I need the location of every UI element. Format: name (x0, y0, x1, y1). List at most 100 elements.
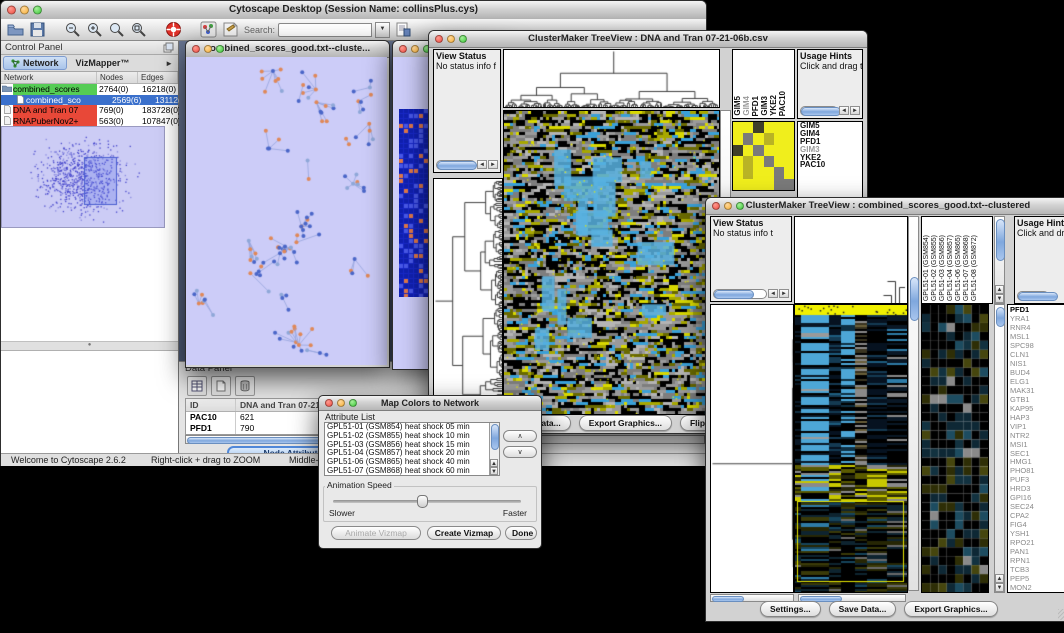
scrollbar-thumb[interactable] (437, 161, 477, 170)
report-icon[interactable] (395, 21, 412, 38)
zoom-button[interactable] (349, 399, 357, 407)
zoom-button[interactable] (216, 45, 224, 53)
scroll-left-icon[interactable]: ◄ (768, 289, 778, 298)
gene-label[interactable]: HMG1 (1008, 457, 1064, 466)
treeview-button[interactable]: Save Data... (829, 601, 897, 617)
zoom-submatrix-canvas[interactable] (921, 304, 989, 593)
gene-label[interactable]: ELG1 (1008, 377, 1064, 386)
minimize-button[interactable] (411, 45, 419, 53)
gene-label[interactable]: RPO21 (1008, 538, 1064, 547)
minimize-button[interactable] (204, 45, 212, 53)
zoom-button[interactable] (33, 6, 42, 15)
gene-label[interactable]: BUD4 (1008, 368, 1064, 377)
usage-hints-hscrollbar[interactable] (1017, 291, 1064, 301)
column-label[interactable]: GIM3 (761, 96, 769, 116)
scrollbar-thumb[interactable] (491, 424, 499, 450)
tab-network[interactable]: Network (3, 56, 67, 70)
float-panel-icon[interactable] (163, 42, 174, 53)
zoom-button[interactable] (459, 35, 467, 43)
gene-label[interactable]: TCB3 (1008, 565, 1064, 574)
treeview-button[interactable]: Settings... (760, 601, 821, 617)
heatmap-vscrollbar[interactable] (908, 216, 919, 591)
view-status-hscrollbar[interactable]: ◄ ► (436, 160, 498, 170)
create-vizmap-button[interactable]: Create Vizmap (427, 526, 501, 540)
gene-label[interactable]: MSI1 (1008, 440, 1064, 449)
treeview2-titlebar[interactable]: ClusterMaker TreeView : combined_scores_… (706, 198, 1064, 215)
gene-label[interactable]: PFD1 (1008, 305, 1064, 314)
open-file-icon[interactable] (7, 21, 24, 38)
scroll-up-icon[interactable]: ▲ (995, 574, 1004, 583)
heatmap-canvas[interactable] (794, 304, 908, 593)
close-button[interactable] (192, 45, 200, 53)
network-row[interactable]: RNAPuberNov2+563(0)107847(0) (1, 116, 178, 127)
search-dropdown-icon[interactable]: ▼ (375, 22, 390, 38)
move-down-button[interactable]: ∨ (503, 446, 537, 458)
column-dendrogram-canvas[interactable] (503, 49, 720, 108)
scrollbar-thumb[interactable] (1018, 292, 1058, 301)
gene-label[interactable]: FIG4 (1008, 520, 1064, 529)
close-button[interactable] (325, 399, 333, 407)
minimize-button[interactable] (20, 6, 29, 15)
zoom-fit-icon[interactable] (108, 21, 125, 38)
save-icon[interactable] (29, 21, 46, 38)
column-label[interactable]: GPL51-07 (GSM868) (963, 235, 970, 301)
heatmap-canvas[interactable] (503, 110, 720, 415)
scroll-right-icon[interactable]: ► (850, 106, 860, 115)
gene-label[interactable]: YSH1 (1008, 529, 1064, 538)
column-label[interactable]: GPL51-04 (GSM857) (947, 235, 954, 301)
help-icon[interactable] (165, 21, 182, 38)
scrollbar-thumb[interactable] (801, 107, 841, 116)
gene-label[interactable]: SPC98 (1008, 341, 1064, 350)
column-label[interactable]: GIM4 (743, 96, 751, 116)
network-row[interactable]: DNA and Tran 07769(0)183728(0) (1, 105, 178, 116)
scroll-right-icon[interactable]: ► (488, 160, 498, 169)
treeview-button[interactable]: Export Graphics... (904, 601, 997, 617)
done-button[interactable]: Done (505, 526, 537, 540)
gene-label[interactable]: RNR4 (1008, 323, 1064, 332)
gene-label[interactable]: RPN1 (1008, 556, 1064, 565)
close-button[interactable] (712, 202, 720, 210)
treeview-button[interactable]: Export Graphics... (579, 415, 672, 431)
network-row[interactable]: combined_sco2569(6)13112(15) (1, 95, 178, 106)
scroll-right-icon[interactable]: ► (779, 289, 789, 298)
zoom-button[interactable] (736, 202, 744, 210)
tab-vizmapper[interactable]: VizMapper™ (69, 57, 137, 69)
network-view-titlebar[interactable]: combined_scores_good.txt--cluste... (186, 41, 389, 58)
column-label[interactable]: GPL51-06 (GSM865) (955, 235, 962, 301)
id-column-header[interactable]: ID (186, 399, 236, 411)
close-button[interactable] (435, 35, 443, 43)
attribute-list-vscrollbar[interactable]: ▲ ▼ (489, 423, 499, 475)
minimize-button[interactable] (447, 35, 455, 43)
row-dendrogram-canvas[interactable] (433, 178, 503, 415)
delete-attribute-icon[interactable] (235, 376, 255, 396)
slider-knob[interactable] (417, 495, 428, 508)
scrollbar-thumb[interactable] (714, 290, 754, 299)
gene-label[interactable]: KAP95 (1008, 404, 1064, 413)
gene-label[interactable]: PEP5 (1008, 574, 1064, 583)
column-label[interactable]: PFD1 (752, 96, 760, 116)
dense-network-block[interactable] (399, 109, 429, 297)
scrollbar-thumb[interactable] (910, 277, 919, 321)
column-label[interactable]: GPL51-08 (GSM872) (971, 235, 978, 301)
scroll-up-icon[interactable]: ▲ (490, 459, 498, 467)
dialog-titlebar[interactable]: Map Colors to Network (319, 396, 541, 411)
tab-overflow-arrow[interactable]: ► (165, 59, 176, 68)
column-label[interactable]: GPL51-03 (GSM856) (939, 235, 946, 301)
gene-label[interactable]: PUF3 (1008, 475, 1064, 484)
control-panel-splitter[interactable]: ● (1, 341, 178, 351)
scroll-down-icon[interactable]: ▼ (490, 467, 498, 475)
scroll-left-icon[interactable]: ◄ (477, 160, 487, 169)
column-label[interactable]: YKE2 (770, 95, 778, 116)
move-up-button[interactable]: ∧ (503, 430, 537, 442)
network-row[interactable]: combined_scores2764(0)16218(0) (1, 84, 178, 95)
gene-label[interactable]: NIS1 (1008, 359, 1064, 368)
gene-label[interactable]: GPI16 (1008, 493, 1064, 502)
gene-label[interactable]: VIP1 (1008, 422, 1064, 431)
minimize-button[interactable] (724, 202, 732, 210)
gene-label[interactable]: MSL1 (1008, 332, 1064, 341)
column-label[interactable]: GIM5 (734, 96, 742, 116)
view-status-hscrollbar[interactable]: ◄ ► (713, 289, 789, 299)
gene-label[interactable]: SEC1 (1008, 449, 1064, 458)
scroll-up-icon[interactable]: ▲ (995, 285, 1004, 294)
column-label[interactable]: GPL51-01 (GSM854) (923, 235, 930, 301)
